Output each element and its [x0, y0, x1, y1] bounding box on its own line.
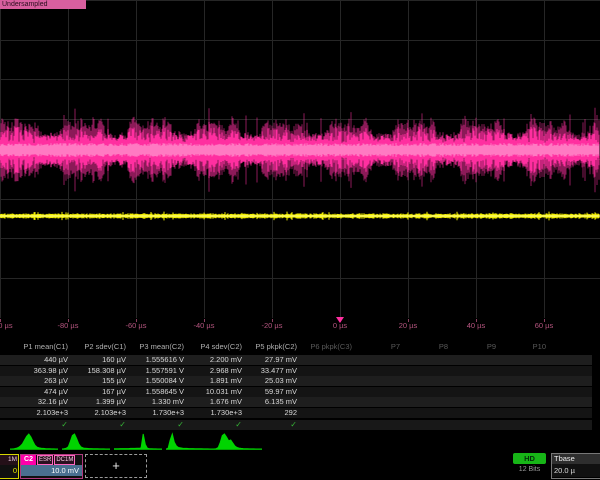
- measure-value: 59.97 mV: [223, 387, 297, 397]
- measure-stat-row: 363.98 µV158.308 µV1.557591 V2.968 mV33.…: [0, 366, 592, 376]
- measure-value: 292: [223, 408, 297, 418]
- status-checkmark-icon: ✓: [223, 420, 297, 429]
- trigger-position-marker: [336, 317, 344, 323]
- c2-coupling-tag: DC1M: [54, 455, 75, 465]
- measure-status-row: ✓✓✓✓✓: [0, 420, 592, 430]
- axis-tick-label: -20 µs: [262, 321, 283, 330]
- channel-c1-descriptor[interactable]: 1M 0 mV: [0, 454, 19, 479]
- histicon-p3[interactable]: [114, 432, 162, 451]
- measure-stat-row: 474 µV167 µV1.558645 V10.031 mV59.97 mV: [0, 387, 592, 397]
- axis-tick-label: 40 µs: [467, 321, 486, 330]
- measure-stat-row: 440 µV160 µV1.555616 V2.200 mV27.97 mV: [0, 355, 592, 365]
- measure-value: 25.03 mV: [223, 376, 297, 386]
- axis-tick-label: 60 µs: [535, 321, 554, 330]
- c2-noise-trace-core: [0, 143, 599, 157]
- axis-tick-label: -40 µs: [194, 321, 215, 330]
- measure-stat-row: 263 µV155 µV1.550084 V1.891 mV25.03 mV: [0, 376, 592, 386]
- measurement-table: P1 mean(C1)P2 sdev(C1)P3 mean(C2)P4 sdev…: [0, 342, 600, 432]
- measure-header-row: P1 mean(C1)P2 sdev(C1)P3 mean(C2)P4 sdev…: [0, 342, 600, 353]
- add-trace-button[interactable]: +: [85, 454, 147, 478]
- histicon-p5[interactable]: [214, 432, 262, 451]
- c2-descriptor-header: C2 ESR DC1M: [21, 455, 82, 465]
- measure-value: 33.477 mV: [223, 366, 297, 376]
- histicon-p1[interactable]: [10, 432, 58, 451]
- waveform-graticule: [0, 0, 600, 318]
- channel-c2-descriptor[interactable]: C2 ESR DC1M 10.0 mV: [20, 454, 83, 479]
- param-header-unused-p10[interactable]: P10: [472, 342, 546, 351]
- axis-tick-label: -100 µs: [0, 321, 13, 330]
- axis-tick-label: 20 µs: [399, 321, 418, 330]
- c1-vertical-scale: 0 mV: [0, 465, 18, 477]
- measure-stat-row: 2.103e+32.103e+31.730e+31.730e+3292: [0, 408, 592, 418]
- oscilloscope-screen: Undersampled -100 µs -80 µs -60 µs -40 µs -2…: [0, 0, 600, 480]
- timebase-scale: 20.0 µ: [552, 464, 600, 477]
- descriptor-bar: 1M 0 mV C2 ESR DC1M 10.0 mV + HD 12 Bits…: [0, 453, 600, 480]
- hd-mode-badge[interactable]: HD: [513, 453, 546, 464]
- c2-esr-tag: ESR: [37, 455, 53, 465]
- measure-value: 27.97 mV: [223, 355, 297, 365]
- c2-vertical-scale: 10.0 mV: [21, 465, 82, 476]
- measure-value: 6.135 mV: [223, 397, 297, 407]
- parameter-histicons: [0, 432, 600, 453]
- timebase-axis: -100 µs-80 µs-60 µs-40 µs-20 µs0 µs20 µs…: [0, 319, 600, 333]
- timebase-label: Tbase: [552, 454, 600, 464]
- c2-channel-label: C2: [21, 455, 36, 465]
- resolution-bits-label: 12 Bits: [513, 466, 546, 473]
- undersampled-warning-badge: Undersampled: [0, 0, 86, 9]
- c1-coupling-tag: 1M: [0, 455, 18, 465]
- axis-tick-label: -80 µs: [58, 321, 79, 330]
- histicon-p4[interactable]: [166, 432, 214, 451]
- histicon-p2[interactable]: [62, 432, 110, 451]
- measure-stat-row: 32.16 µV1.399 µV1.330 mV1.676 mV6.135 mV: [0, 397, 592, 407]
- timebase-descriptor[interactable]: Tbase 20.0 µ: [551, 453, 600, 479]
- axis-tick-label: -60 µs: [126, 321, 147, 330]
